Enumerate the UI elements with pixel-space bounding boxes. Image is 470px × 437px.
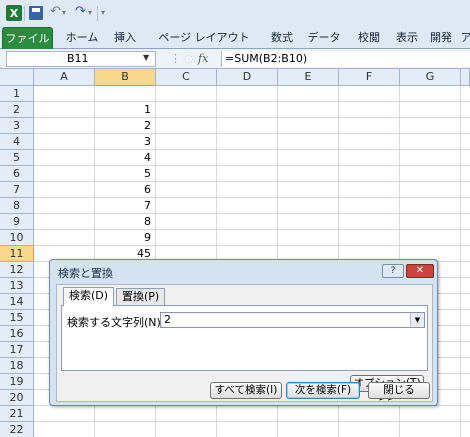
chevron-down-icon[interactable]: ▼ (143, 53, 149, 62)
toolbar-divider (24, 6, 25, 21)
find-what-input[interactable]: 2 ▼ (160, 312, 425, 328)
column-header-e[interactable]: E (278, 69, 339, 86)
row-header-4[interactable]: 4 (0, 134, 34, 150)
grid-column-line (460, 86, 461, 437)
row-header-20[interactable]: 20 (0, 390, 34, 406)
row-header-7[interactable]: 7 (0, 182, 34, 198)
column-header-b[interactable]: B (95, 69, 156, 86)
row-header-17[interactable]: 17 (0, 342, 34, 358)
column-header-d[interactable]: D (217, 69, 278, 86)
cell-b3[interactable]: 2 (96, 118, 154, 134)
insert-function-button[interactable]: ⋮ ◌ fx (168, 51, 212, 67)
formula-input[interactable]: =SUM(B2:B10) (221, 51, 470, 67)
toolbar-divider (97, 6, 98, 21)
formula-bar: B11 ▼ ⋮ ◌ fx =SUM(B2:B10) (0, 49, 470, 69)
tab-review[interactable]: 校閲 (353, 27, 385, 49)
tab-find[interactable]: 検索(D) (63, 287, 115, 306)
ribbon-tab-bar: ファイル ホーム 挿入 ページ レイアウト 数式 データ 校閲 表示 開発 ア (0, 27, 470, 49)
customize-toolbar-icon[interactable]: ▾ (101, 8, 105, 17)
redo-dropdown-icon[interactable]: ▾ (88, 8, 92, 17)
cell-b2[interactable]: 1 (96, 102, 154, 118)
tab-file[interactable]: ファイル (2, 27, 53, 49)
cell-b5[interactable]: 4 (96, 150, 154, 166)
cell-b10[interactable]: 9 (96, 230, 154, 246)
column-header-c[interactable]: C (156, 69, 217, 86)
select-all-corner[interactable] (0, 69, 34, 86)
find-what-label: 検索する文字列(N): (67, 316, 165, 329)
find-what-value: 2 (164, 313, 171, 326)
close-button[interactable]: 閉じる (368, 382, 430, 399)
column-header-g[interactable]: G (400, 69, 461, 86)
row-header-15[interactable]: 15 (0, 310, 34, 326)
row-header-13[interactable]: 13 (0, 278, 34, 294)
find-all-button[interactable]: すべて検索(I) (210, 382, 282, 399)
row-header-11[interactable]: 11 (0, 246, 34, 262)
row-header-6[interactable]: 6 (0, 166, 34, 182)
undo-dropdown-icon[interactable]: ▾ (62, 8, 66, 17)
grid-row-line (34, 421, 470, 422)
row-header-22[interactable]: 22 (0, 422, 34, 437)
tab-data[interactable]: データ (303, 27, 345, 49)
row-header-19[interactable]: 19 (0, 374, 34, 390)
tab-home[interactable]: ホーム (62, 27, 102, 49)
row-header-2[interactable]: 2 (0, 102, 34, 118)
row-header-21[interactable]: 21 (0, 406, 34, 422)
fx-icon[interactable]: fx (198, 51, 208, 66)
find-replace-dialog: 検索と置換 ? ✕ 検索(D) 置換(P) 検索する文字列(N): 2 ▼ オプ… (49, 259, 438, 406)
column-header-f[interactable]: F (339, 69, 400, 86)
cell-b9[interactable]: 8 (96, 214, 154, 230)
save-icon[interactable] (29, 6, 43, 20)
cell-b7[interactable]: 6 (96, 182, 154, 198)
row-header-10[interactable]: 10 (0, 230, 34, 246)
find-panel: 検索する文字列(N): 2 ▼ (61, 305, 428, 371)
row-header-16[interactable]: 16 (0, 326, 34, 342)
tab-developer[interactable]: 開発 (425, 27, 457, 49)
tab-insert[interactable]: 挿入 (108, 27, 142, 49)
quick-access-toolbar: X ↶ ▾ ↷ ▾ ▾ (0, 0, 470, 27)
redo-icon[interactable]: ↷ (75, 4, 86, 19)
dialog-title: 検索と置換 (58, 267, 113, 280)
formula-bar-cancel-icon: ◌ (184, 52, 194, 65)
cell-b6[interactable]: 5 (96, 166, 154, 182)
column-header-h[interactable] (461, 69, 470, 86)
row-header-14[interactable]: 14 (0, 294, 34, 310)
formula-divider: ⋮ (170, 52, 181, 65)
row-header-3[interactable]: 3 (0, 118, 34, 134)
row-header-18[interactable]: 18 (0, 358, 34, 374)
tab-view[interactable]: 表示 (391, 27, 423, 49)
row-header-8[interactable]: 8 (0, 198, 34, 214)
help-button[interactable]: ? (382, 264, 404, 278)
row-header-9[interactable]: 9 (0, 214, 34, 230)
row-header-1[interactable]: 1 (0, 86, 34, 102)
name-box[interactable]: B11 (6, 51, 156, 67)
column-header-a[interactable]: A (34, 69, 95, 86)
chevron-down-icon[interactable]: ▼ (410, 313, 424, 327)
tab-formulas[interactable]: 数式 (266, 27, 298, 49)
cell-b4[interactable]: 3 (96, 134, 154, 150)
tab-page-layout[interactable]: ページ レイアウト (148, 27, 260, 49)
undo-icon[interactable]: ↶ (50, 4, 61, 19)
excel-logo-icon: X (6, 5, 22, 21)
row-header-5[interactable]: 5 (0, 150, 34, 166)
close-icon[interactable]: ✕ (406, 264, 434, 278)
cell-b8[interactable]: 7 (96, 198, 154, 214)
find-next-button[interactable]: 次を検索(F) (286, 382, 360, 399)
tab-replace[interactable]: 置換(P) (116, 288, 166, 306)
row-header-12[interactable]: 12 (0, 262, 34, 278)
tab-more[interactable]: ア (460, 27, 470, 49)
